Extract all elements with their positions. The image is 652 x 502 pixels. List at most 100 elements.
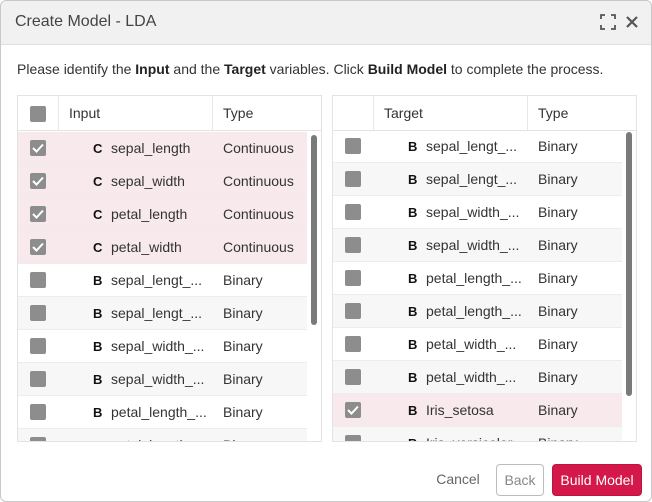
checkbox[interactable] [345,204,361,220]
table-row[interactable]: Bpetal_length_... Binary [333,262,622,295]
input-column-header[interactable]: Input [69,96,100,131]
variable-type: Binary [538,402,578,418]
table-row[interactable]: Bpetal_length_... Binary [18,396,307,429]
table-row[interactable]: Bsepal_width_... Binary [333,196,622,229]
variable-type: Binary [223,272,263,288]
table-row[interactable]: Cpetal_width Continuous [18,231,307,264]
checked-checkbox[interactable] [345,402,361,418]
expand-icon[interactable] [599,13,617,31]
table-row[interactable]: Bpetal_length_... Binary [333,295,622,328]
checkbox[interactable] [345,138,361,154]
variable-type: Continuous [223,239,294,255]
table-row[interactable]: Bsepal_width_... Binary [18,330,307,363]
table-row[interactable]: Bsepal_width_... Binary [18,363,307,396]
variable-type-letter: C [93,240,103,255]
input-scrollbar-thumb[interactable] [311,135,317,325]
checkbox[interactable] [30,272,46,288]
table-row[interactable]: Bsepal_lengt_... Binary [18,264,307,297]
variable-type-letter: B [408,205,418,220]
checkbox[interactable] [30,305,46,321]
variable-type: Binary [223,305,263,321]
variable-type-letter: B [408,139,418,154]
variable-type: Continuous [223,206,294,222]
create-model-dialog: Create Model - LDA Please identify the I… [0,0,652,502]
variable-name: Iris_versicolor [426,427,512,441]
variable-type-letter: B [93,372,103,387]
checked-checkbox[interactable] [30,140,46,156]
variable-name: petal_width_... [426,369,517,385]
checkbox[interactable] [30,371,46,387]
variable-name: sepal_lengt_... [426,138,518,154]
variable-type: Binary [538,270,578,286]
variable-type: Binary [223,371,263,387]
checkbox[interactable] [345,336,361,352]
checked-checkbox[interactable] [30,239,46,255]
checked-checkbox[interactable] [30,173,46,189]
checked-checkbox[interactable] [30,206,46,222]
variable-name: petal_width [111,239,182,255]
variable-type-letter: C [93,174,103,189]
variable-name: sepal_length [111,140,191,156]
variable-name: petal_length_... [111,404,207,420]
variable-type: Binary [538,237,578,253]
variable-name: petal_length_... [426,270,522,286]
variable-name: sepal_width_... [111,338,205,354]
input-scrollbar[interactable] [310,132,318,441]
checkbox[interactable] [30,437,46,441]
variable-name: petal_length [111,206,188,222]
table-row[interactable]: B Iris_versicolor Binary [333,427,622,441]
table-row[interactable]: Cpetal_length Continuous [18,198,307,231]
checkbox[interactable] [345,369,361,385]
table-row[interactable]: Bsepal_width_... Binary [333,229,622,262]
table-row[interactable]: Bpetal_width_... Binary [333,361,622,394]
checkbox[interactable] [30,404,46,420]
target-scrollbar[interactable] [625,132,633,441]
back-button[interactable]: Back [496,464,544,496]
table-row[interactable]: Bpetal_length_... Bi... [18,429,307,441]
checkbox[interactable] [345,435,361,441]
table-row[interactable]: Csepal_width Continuous [18,165,307,198]
type-column-header[interactable]: Type [223,96,253,131]
variable-name: sepal_width [111,173,185,189]
variable-type-letter: B [408,172,418,187]
build-model-button[interactable]: Build Model [552,464,642,496]
checkbox[interactable] [345,171,361,187]
type-column-header[interactable]: Type [538,96,568,131]
variable-type-letter: B [408,427,417,441]
variable-name: sepal_width_... [426,237,520,253]
target-table-header: Target Type [333,96,636,131]
variable-type-letter: B [408,238,418,253]
checkbox[interactable] [345,303,361,319]
variable-type: Binary [223,404,263,420]
table-row[interactable]: Bsepal_lengt_... Binary [333,163,622,196]
variable-type: Continuous [223,140,294,156]
close-icon[interactable] [623,13,641,31]
cancel-button[interactable]: Cancel [427,464,489,496]
variable-type-letter: B [93,273,103,288]
table-row[interactable]: Bsepal_lengt_... Binary [18,297,307,330]
variable-type-letter: B [93,429,102,441]
variable-type: Binary [538,303,578,319]
variable-type-letter: B [93,405,103,420]
variable-name: sepal_width_... [111,371,205,387]
variable-name: sepal_lengt_... [111,305,203,321]
select-all-input-checkbox[interactable] [30,106,46,122]
variable-type-letter: B [93,306,103,321]
variable-type-letter: B [93,339,103,354]
instruction-text: Please identify the Input and the Target… [17,61,604,77]
variable-name: sepal_lengt_... [111,272,203,288]
variable-name: petal_width_... [426,336,517,352]
variable-name: sepal_width_... [426,204,520,220]
target-column-header[interactable]: Target [384,96,423,131]
variable-type-letter: C [93,207,103,222]
target-scrollbar-thumb[interactable] [626,132,632,396]
checkbox[interactable] [30,338,46,354]
checkbox[interactable] [345,270,361,286]
variable-type-letter: B [408,304,418,319]
table-row[interactable]: Bsepal_lengt_... Binary [333,130,622,163]
table-row[interactable]: B Iris_setosa Binary [333,394,622,427]
table-row[interactable]: Bpetal_width_... Binary [333,328,622,361]
checkbox[interactable] [345,237,361,253]
table-row[interactable]: Csepal_length Continuous [18,132,307,165]
variable-name: Iris_setosa [426,402,494,418]
